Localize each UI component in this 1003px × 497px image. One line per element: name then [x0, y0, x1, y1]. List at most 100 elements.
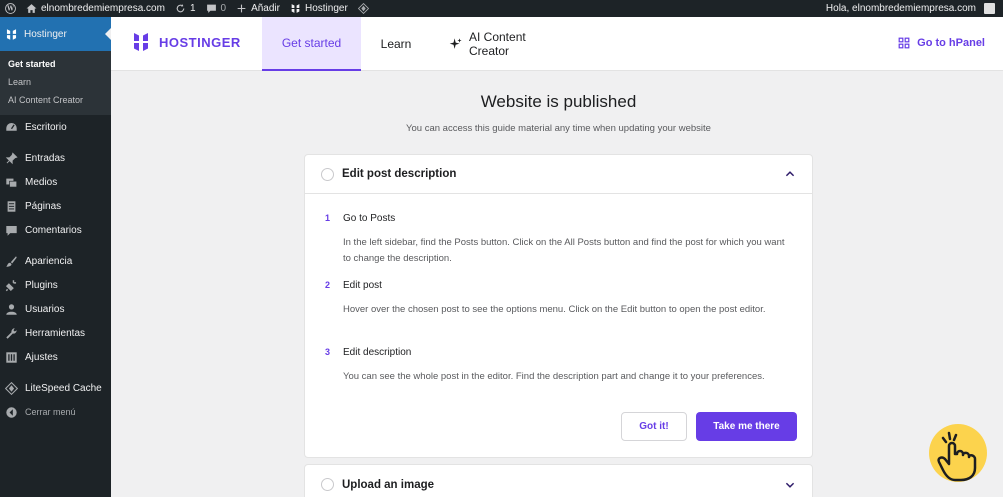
sidebar-item-label: LiteSpeed Cache: [25, 382, 102, 394]
sidebar-item-label: Hostinger: [24, 28, 67, 40]
user-icon: [6, 303, 17, 315]
status-circle-icon: [321, 167, 334, 181]
status-circle-icon: [321, 478, 334, 491]
step-number: 3: [325, 347, 331, 357]
step-description: In the left sidebar, find the Posts butt…: [343, 237, 785, 264]
site-name-link[interactable]: elnombredemiempresa.com: [21, 0, 170, 17]
sidebar-item-escritorio[interactable]: Escritorio: [0, 115, 111, 139]
add-new-label: Añadir: [251, 3, 280, 14]
page-subtitle: You can access this guide material any t…: [406, 123, 711, 134]
pointing-hand-icon: [937, 431, 977, 482]
sidebar-item-hostinger[interactable]: Hostinger: [0, 17, 111, 51]
page-title: Website is published: [480, 92, 637, 111]
submenu-learn[interactable]: Learn: [0, 73, 111, 91]
admin-bar: W elnombredemiempresa.com 1 0 Añadir Hos…: [0, 0, 1003, 17]
svg-text:W: W: [6, 6, 14, 13]
chevron-up-icon[interactable]: [784, 168, 796, 180]
hostinger-adminbar-label: Hostinger: [304, 3, 348, 14]
hostinger-logo-icon: [134, 33, 148, 51]
avatar: [984, 3, 995, 14]
go-to-hpanel-link[interactable]: Go to hPanel: [898, 37, 985, 49]
comment-icon: [6, 225, 17, 236]
wordpress-logo-button[interactable]: W: [0, 0, 21, 17]
media-icon: [6, 178, 18, 187]
tab-label: Learn: [380, 37, 412, 51]
sidebar-item-apariencia[interactable]: Apariencia: [0, 249, 111, 273]
tab-label: AI Content Creator: [469, 30, 526, 58]
sidebar-item-litespeed-cache[interactable]: LiteSpeed Cache: [0, 376, 111, 400]
admin-sidebar: Hostinger Get started Learn AI Content C…: [0, 17, 111, 497]
paintbrush-icon: [6, 255, 17, 267]
wordpress-icon: W: [5, 3, 16, 14]
home-icon: [26, 4, 37, 13]
step-title: Edit post: [343, 280, 382, 291]
sidebar-item-herramientas[interactable]: Herramientas: [0, 321, 111, 345]
card-header[interactable]: Edit post description: [305, 155, 812, 194]
plug-icon: [5, 279, 17, 291]
page-icon: [7, 200, 16, 212]
add-new-link[interactable]: Añadir: [231, 0, 285, 17]
sidebar-item-label: Usuarios: [25, 303, 65, 315]
litespeed-icon: [357, 3, 369, 14]
collapse-menu-button[interactable]: Cerrar menú: [0, 400, 111, 424]
wrench-icon: [6, 327, 17, 339]
help-button[interactable]: [929, 424, 987, 482]
sidebar-item-ajustes[interactable]: Ajustes: [0, 345, 111, 369]
card-header[interactable]: Upload an image: [305, 465, 812, 497]
litespeed-adminbar-link[interactable]: [353, 0, 374, 17]
sidebar-item-comentarios[interactable]: Comentarios: [0, 218, 111, 242]
hostinger-header: HOSTINGER Get started Learn AI Content C…: [111, 17, 1003, 71]
hostinger-logo-icon: [291, 4, 300, 13]
comments-link[interactable]: 0: [201, 0, 232, 17]
tab-label: Get started: [281, 36, 342, 50]
hpanel-label: Go to hPanel: [917, 37, 985, 49]
greeting: Hola, elnombredemiempresa.com: [825, 3, 976, 14]
guide-card-upload-image: Upload an image: [304, 464, 813, 497]
tab-get-started[interactable]: Get started: [262, 17, 361, 71]
sidebar-item-plugins[interactable]: Plugins: [0, 273, 111, 297]
step-number: 1: [325, 213, 331, 223]
hostinger-logo-icon: [6, 28, 17, 40]
sidebar-item-usuarios[interactable]: Usuarios: [0, 297, 111, 321]
step-title: Go to Posts: [343, 213, 396, 224]
updates-count: 1: [189, 3, 196, 14]
take-me-there-button[interactable]: Take me there: [696, 412, 797, 441]
site-name: elnombredemiempresa.com: [41, 3, 165, 14]
settings-icon: [6, 351, 17, 363]
submenu-ai-content-creator[interactable]: AI Content Creator: [0, 91, 111, 109]
updates-link[interactable]: 1: [170, 0, 201, 17]
sidebar-item-medios[interactable]: Medios: [0, 170, 111, 194]
litespeed-icon: [5, 381, 18, 395]
chevron-down-icon[interactable]: [784, 479, 796, 491]
got-it-button[interactable]: Got it!: [621, 412, 687, 441]
account-menu[interactable]: Hola, elnombredemiempresa.com: [821, 0, 1003, 17]
hostinger-logo[interactable]: HOSTINGER: [131, 32, 241, 52]
step-title: Edit description: [343, 347, 412, 358]
step-description: You can see the whole post in the editor…: [343, 371, 765, 382]
collapse-menu-label: Cerrar menú: [25, 407, 76, 417]
sidebar-item-label: Medios: [25, 176, 58, 188]
sidebar-item-paginas[interactable]: Páginas: [0, 194, 111, 218]
grid-icon: [898, 37, 910, 49]
refresh-icon: [176, 4, 185, 13]
sidebar-item-label: Herramientas: [25, 327, 86, 339]
sidebar-item-label: Escritorio: [25, 121, 67, 133]
sidebar-item-label: Entradas: [25, 152, 66, 164]
submenu-get-started[interactable]: Get started: [0, 55, 111, 73]
tab-learn[interactable]: Learn: [371, 17, 421, 71]
card-title: Upload an image: [342, 478, 435, 491]
guide-card-edit-post-description: Edit post description 1 Go to Posts In t…: [304, 154, 813, 458]
sidebar-item-label: Apariencia: [25, 255, 73, 267]
sidebar-item-entradas[interactable]: Entradas: [0, 146, 111, 170]
sidebar-item-label: Ajustes: [25, 351, 58, 363]
sidebar-item-label: Comentarios: [25, 224, 82, 236]
comments-count: 0: [220, 3, 227, 14]
logo-text: HOSTINGER: [159, 34, 241, 50]
sidebar-item-label: Páginas: [25, 200, 62, 212]
step-number: 2: [325, 280, 331, 290]
hostinger-adminbar-link[interactable]: Hostinger: [285, 0, 353, 17]
sidebar-item-label: Plugins: [25, 279, 58, 291]
hostinger-submenu: Get started Learn AI Content Creator: [0, 51, 111, 115]
comment-icon: [206, 4, 216, 13]
tab-ai-content-creator[interactable]: AI Content Creator: [449, 17, 569, 71]
